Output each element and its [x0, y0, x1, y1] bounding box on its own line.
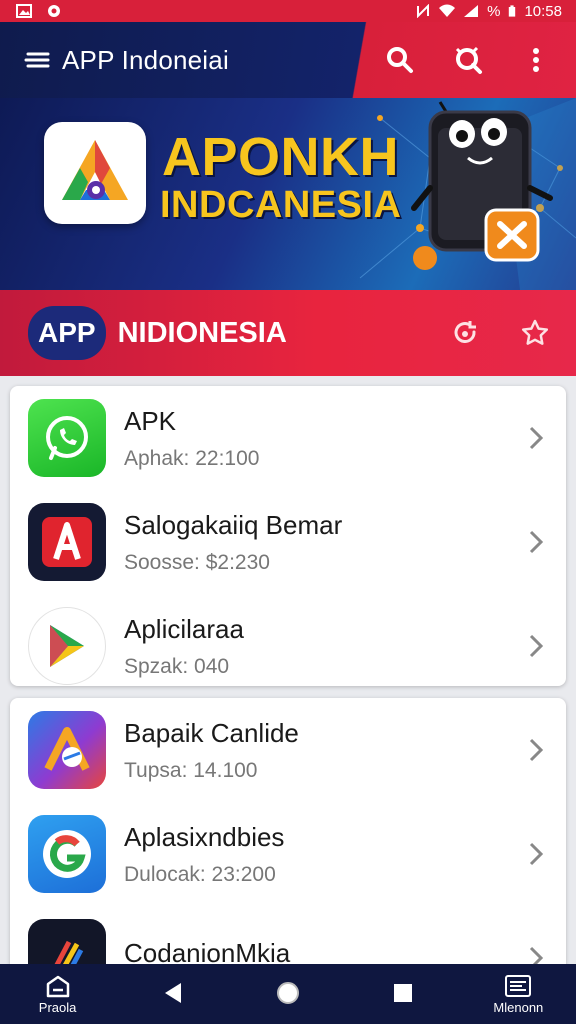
- g-icon: [28, 815, 106, 893]
- item-subtitle: Soosse: $2:230: [124, 550, 270, 574]
- nav-home-circle-button[interactable]: [243, 964, 333, 1024]
- red-a-icon: [28, 503, 106, 581]
- app-title: APP Indoneiai: [62, 44, 229, 75]
- app-bar: APP Indoneiai: [0, 22, 576, 98]
- item-subtitle: Tupsa: 14.100: [124, 758, 258, 782]
- list-item[interactable]: Bapaik Canlide Tupsa: 14.100: [10, 698, 566, 802]
- list-menu-icon: [505, 974, 532, 997]
- list-item[interactable]: Aplicilaraa Spzak: 040: [10, 594, 566, 698]
- status-bar: % 10:58: [0, 0, 576, 22]
- list-item[interactable]: APK Aphak: 22:100: [10, 386, 566, 490]
- recents-square-icon: [394, 984, 413, 1002]
- refresh-icon[interactable]: [450, 318, 480, 348]
- discover-button[interactable]: [452, 44, 484, 76]
- wifi-icon: [439, 4, 456, 17]
- section-badge: APP: [28, 306, 106, 360]
- nfc-icon: [417, 4, 430, 18]
- chevron-right-icon: [529, 738, 544, 762]
- whatsapp-icon: [28, 399, 106, 477]
- back-triangle-icon: [164, 983, 181, 1003]
- item-title: Bapaik Canlide: [124, 717, 299, 748]
- section-header: APP NIDIONESIA: [0, 290, 576, 376]
- search-star-icon: [455, 46, 482, 74]
- more-options-button[interactable]: [520, 44, 552, 76]
- banner-headline: APONKH: [162, 127, 400, 187]
- item-title: Aplicilaraa: [124, 613, 244, 644]
- bottom-nav-bar: Praola Mlenonn: [0, 964, 576, 1024]
- battery-percent: %: [487, 2, 501, 20]
- star-icon[interactable]: [520, 318, 550, 348]
- play-store-icon: [28, 607, 106, 685]
- phone-mascot-illustration: [411, 101, 553, 262]
- banner-subheadline: INDCANESIA: [160, 184, 402, 226]
- nav-menu-label: Mlenonn: [493, 999, 544, 1015]
- item-subtitle: Spzak: 040: [124, 654, 230, 678]
- app-list-card: Bapaik Canlide Tupsa: 14.100 Aplasixndbi…: [10, 698, 566, 997]
- image-icon: [16, 4, 32, 18]
- chevron-right-icon: [529, 530, 544, 554]
- section-title: NIDIONESIA: [117, 316, 287, 349]
- item-title: Aplasixndbies: [124, 821, 285, 852]
- home-icon: [46, 975, 69, 997]
- more-vert-icon: [533, 48, 539, 72]
- search-button[interactable]: [384, 44, 416, 76]
- notification-icon: [48, 5, 60, 17]
- status-time: 10:58: [524, 2, 562, 20]
- list-item[interactable]: Salogakaiiq Bemar Soosse: $2:230: [10, 490, 566, 594]
- item-title: Salogakaiiq Bemar: [124, 509, 343, 540]
- chevron-right-icon: [529, 426, 544, 450]
- item-subtitle: Aphak: 22:100: [124, 446, 260, 470]
- nav-menu-button[interactable]: Mlenonn: [473, 964, 563, 1024]
- battery-icon: [509, 5, 516, 17]
- search-icon: [387, 47, 413, 73]
- menu-icon[interactable]: [24, 50, 52, 70]
- item-subtitle: Dulocak: 23:200: [124, 862, 276, 886]
- chevron-right-icon: [529, 634, 544, 658]
- home-circle-icon: [276, 982, 299, 1004]
- item-title: APK: [124, 405, 177, 436]
- nav-home-label: Praola: [38, 999, 77, 1015]
- nav-recents-button[interactable]: [358, 964, 448, 1024]
- nav-back-button[interactable]: [128, 964, 218, 1024]
- app-logo-icon: [62, 140, 128, 200]
- list-item[interactable]: Aplasixndbies Dulocak: 23:200: [10, 802, 566, 906]
- banner-app-logo: [44, 122, 146, 224]
- app-list-card: APK Aphak: 22:100 Salogakaiiq Bemar Soos…: [10, 386, 566, 686]
- signal-icon: [464, 5, 479, 17]
- promo-banner[interactable]: APONKH INDCANESIA: [0, 98, 576, 290]
- nav-home-button[interactable]: Praola: [13, 964, 103, 1024]
- chevron-right-icon: [529, 842, 544, 866]
- gradient-a-icon: [28, 711, 106, 789]
